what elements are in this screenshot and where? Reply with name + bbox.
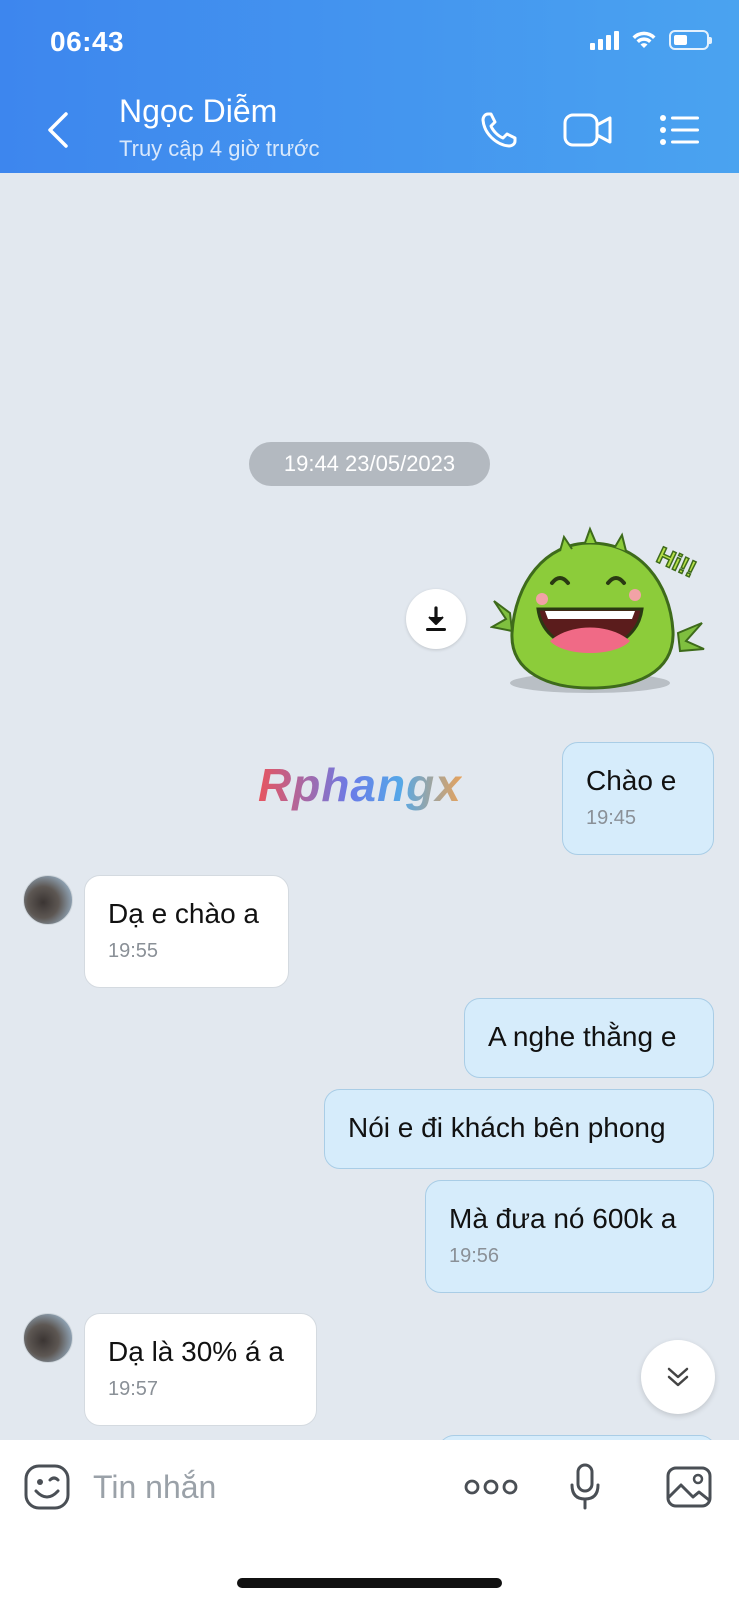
battery-icon — [669, 30, 712, 50]
message-input[interactable]: Tin nhắn — [93, 1469, 216, 1506]
more-options-button[interactable] — [464, 1462, 518, 1512]
voice-call-button[interactable] — [476, 106, 522, 154]
emoji-button[interactable] — [22, 1462, 72, 1512]
message-outgoing[interactable]: Chào e 19:45 — [562, 742, 714, 855]
contact-avatar[interactable] — [23, 875, 73, 925]
message-incoming[interactable]: Dạ là 30% á a 19:57 — [84, 1313, 317, 1426]
emoji-icon — [24, 1464, 70, 1510]
contact-last-seen: Truy cập 4 giờ trước — [119, 136, 320, 161]
download-icon — [426, 606, 446, 631]
message-text: Dạ e chào a — [108, 898, 259, 929]
hi-sticker[interactable]: Hi!! — [490, 523, 715, 698]
contact-avatar[interactable] — [23, 1313, 73, 1363]
message-incoming[interactable]: Dạ e chào a 19:55 — [84, 875, 289, 988]
image-picker-button[interactable] — [664, 1462, 714, 1512]
message-text: A nghe thằng e — [488, 1021, 677, 1052]
message-outgoing[interactable]: Nói e đi khách bên phong — [324, 1089, 714, 1169]
back-button[interactable] — [38, 108, 78, 152]
back-icon — [48, 112, 68, 148]
message-time: 19:55 — [108, 940, 159, 962]
svg-text:Hi!!: Hi!! — [652, 542, 700, 583]
watermark: Rphangx — [258, 759, 462, 811]
message-text: Mà đưa nó 600k a — [449, 1203, 677, 1234]
chat-header: 06:43 Ngọc Diễm Truy cập 4 giờ trước — [0, 0, 739, 173]
status-icons — [590, 30, 712, 50]
sticker-caption: Hi!! — [652, 541, 701, 584]
message-outgoing[interactable]: A nghe thằng e — [464, 998, 714, 1078]
message-time: 19:57 — [108, 1378, 159, 1400]
double-chevron-down-icon — [667, 1367, 689, 1387]
message-composer: Tin nhắn — [0, 1440, 739, 1600]
message-text: Chào e — [586, 765, 677, 796]
video-call-button[interactable] — [562, 106, 614, 154]
chat-area[interactable]: 19:44 23/05/2023 Hi!! Rphangx Chào e 19:… — [0, 173, 739, 1440]
message-text: Dạ là 30% á a — [108, 1336, 284, 1367]
message-outgoing[interactable]: Mà đưa nó 600k a 19:56 — [425, 1180, 714, 1293]
status-time: 06:43 — [50, 26, 125, 57]
image-icon — [666, 1466, 712, 1508]
home-indicator — [237, 1578, 502, 1588]
cellular-signal-icon — [590, 30, 619, 50]
date-separator: 19:44 23/05/2023 — [249, 442, 490, 486]
menu-list-icon — [660, 115, 699, 145]
contact-name[interactable]: Ngọc Diễm — [119, 93, 277, 130]
scroll-to-bottom-button[interactable] — [641, 1340, 715, 1414]
download-sticker-button[interactable] — [406, 589, 466, 649]
video-call-icon — [563, 113, 612, 147]
message-time: 19:45 — [586, 807, 637, 829]
message-time: 19:56 — [449, 1245, 500, 1267]
chat-options-button[interactable] — [658, 106, 702, 154]
wifi-icon — [632, 31, 656, 48]
microphone-icon — [570, 1463, 600, 1510]
more-icon — [464, 1479, 518, 1495]
voice-message-button[interactable] — [568, 1462, 602, 1512]
phone-icon — [481, 112, 517, 148]
message-text: Nói e đi khách bên phong — [348, 1112, 666, 1143]
